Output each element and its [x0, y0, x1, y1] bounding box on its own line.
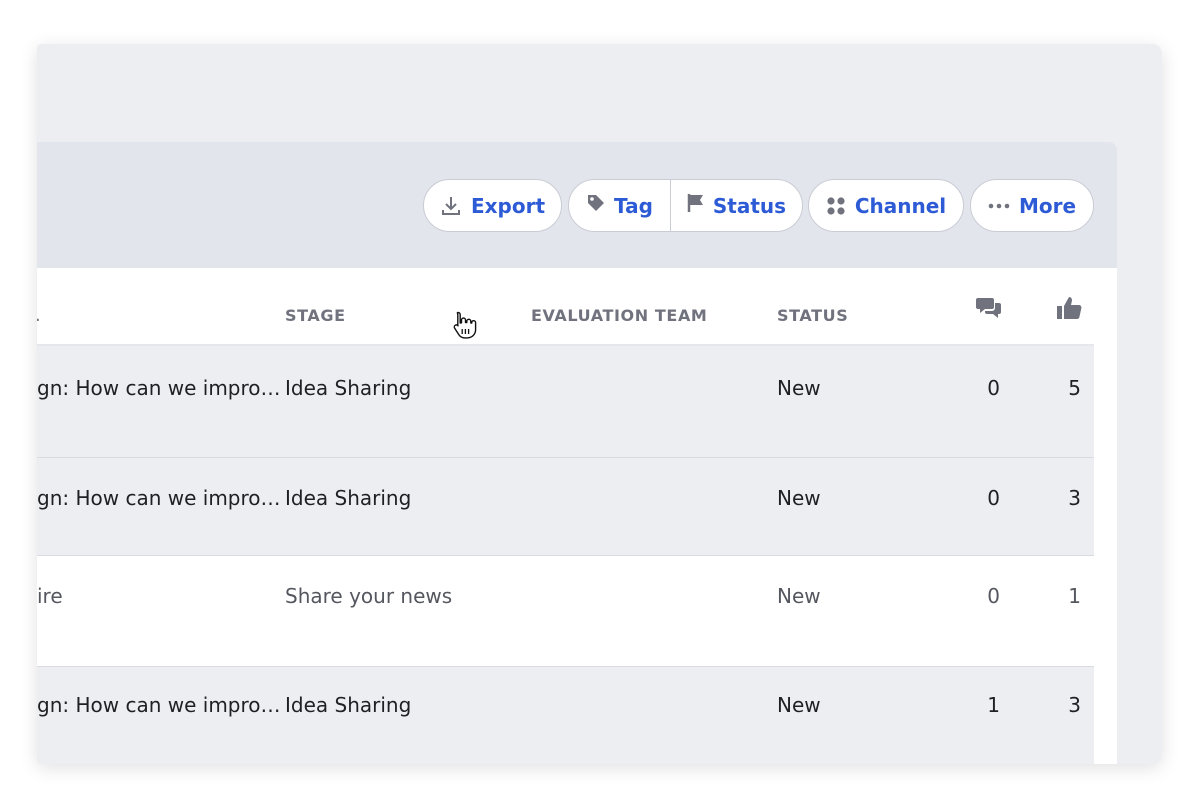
table-row[interactable]: gn: How can we impro… Idea Sharing New 1…	[37, 667, 1094, 764]
row-likes-count: 1	[1068, 584, 1081, 608]
row-stage: Idea Sharing	[285, 376, 412, 400]
flag-icon	[687, 193, 705, 218]
header-evaluation-team[interactable]: EVALUATION TEAM	[531, 306, 707, 325]
tag-button[interactable]: Tag	[569, 180, 671, 231]
bulk-actions-toolbar: Export Tag Status Channel More	[37, 142, 1117, 268]
tag-icon	[586, 193, 606, 218]
row-title[interactable]: gn: How can we impro…	[37, 486, 281, 510]
row-status: New	[777, 486, 821, 510]
row-comments-count: 0	[987, 486, 1000, 510]
row-comments-count: 0	[987, 376, 1000, 400]
row-stage: Idea Sharing	[285, 486, 412, 510]
row-title[interactable]: gn: How can we impro…	[37, 376, 281, 400]
thumbs-up-icon[interactable]	[1057, 296, 1083, 325]
tag-label: Tag	[614, 193, 653, 218]
more-button[interactable]: More	[970, 179, 1094, 232]
row-status: New	[777, 584, 821, 608]
header-status[interactable]: STATUS	[777, 306, 848, 325]
row-status: New	[777, 376, 821, 400]
row-comments-count: 0	[987, 584, 1000, 608]
export-label: Export	[470, 193, 546, 218]
row-stage: Share your news	[285, 584, 453, 608]
status-label: Status	[712, 193, 787, 218]
channel-icon	[826, 196, 846, 216]
table-row[interactable]: ire Share your news New 0 1	[37, 556, 1094, 667]
row-stage: Idea Sharing	[285, 693, 412, 717]
pointer-cursor-icon	[451, 310, 477, 345]
channel-label: Channel	[854, 193, 947, 218]
row-comments-count: 1	[987, 693, 1000, 717]
table-row[interactable]: gn: How can we impro… Idea Sharing New 0…	[37, 458, 1094, 556]
table-row[interactable]: gn: How can we impro… Idea Sharing New 0…	[37, 346, 1094, 458]
table-header: L STAGE EVALUATION TEAM STATUS	[37, 268, 1094, 346]
row-likes-count: 3	[1068, 693, 1081, 717]
app-window: Export Tag Status Channel More STAGE EVA…	[37, 44, 1162, 764]
status-button[interactable]: Status	[671, 180, 802, 231]
row-title[interactable]: ire	[37, 584, 63, 608]
row-title[interactable]: gn: How can we impro…	[37, 693, 281, 717]
tag-status-button-group: Tag Status	[568, 179, 803, 232]
comments-icon[interactable]	[976, 296, 1002, 325]
header-partial-column[interactable]: L	[37, 306, 40, 325]
ideas-panel: Export Tag Status Channel More STAGE EVA…	[37, 142, 1117, 764]
channel-button[interactable]: Channel	[808, 179, 964, 232]
download-icon	[440, 195, 462, 217]
row-status: New	[777, 693, 821, 717]
more-label: More	[1018, 193, 1077, 218]
export-button[interactable]: Export	[423, 179, 562, 232]
header-stage[interactable]: STAGE	[285, 306, 346, 325]
row-likes-count: 5	[1068, 376, 1081, 400]
row-likes-count: 3	[1068, 486, 1081, 510]
ellipsis-icon	[988, 203, 1010, 209]
